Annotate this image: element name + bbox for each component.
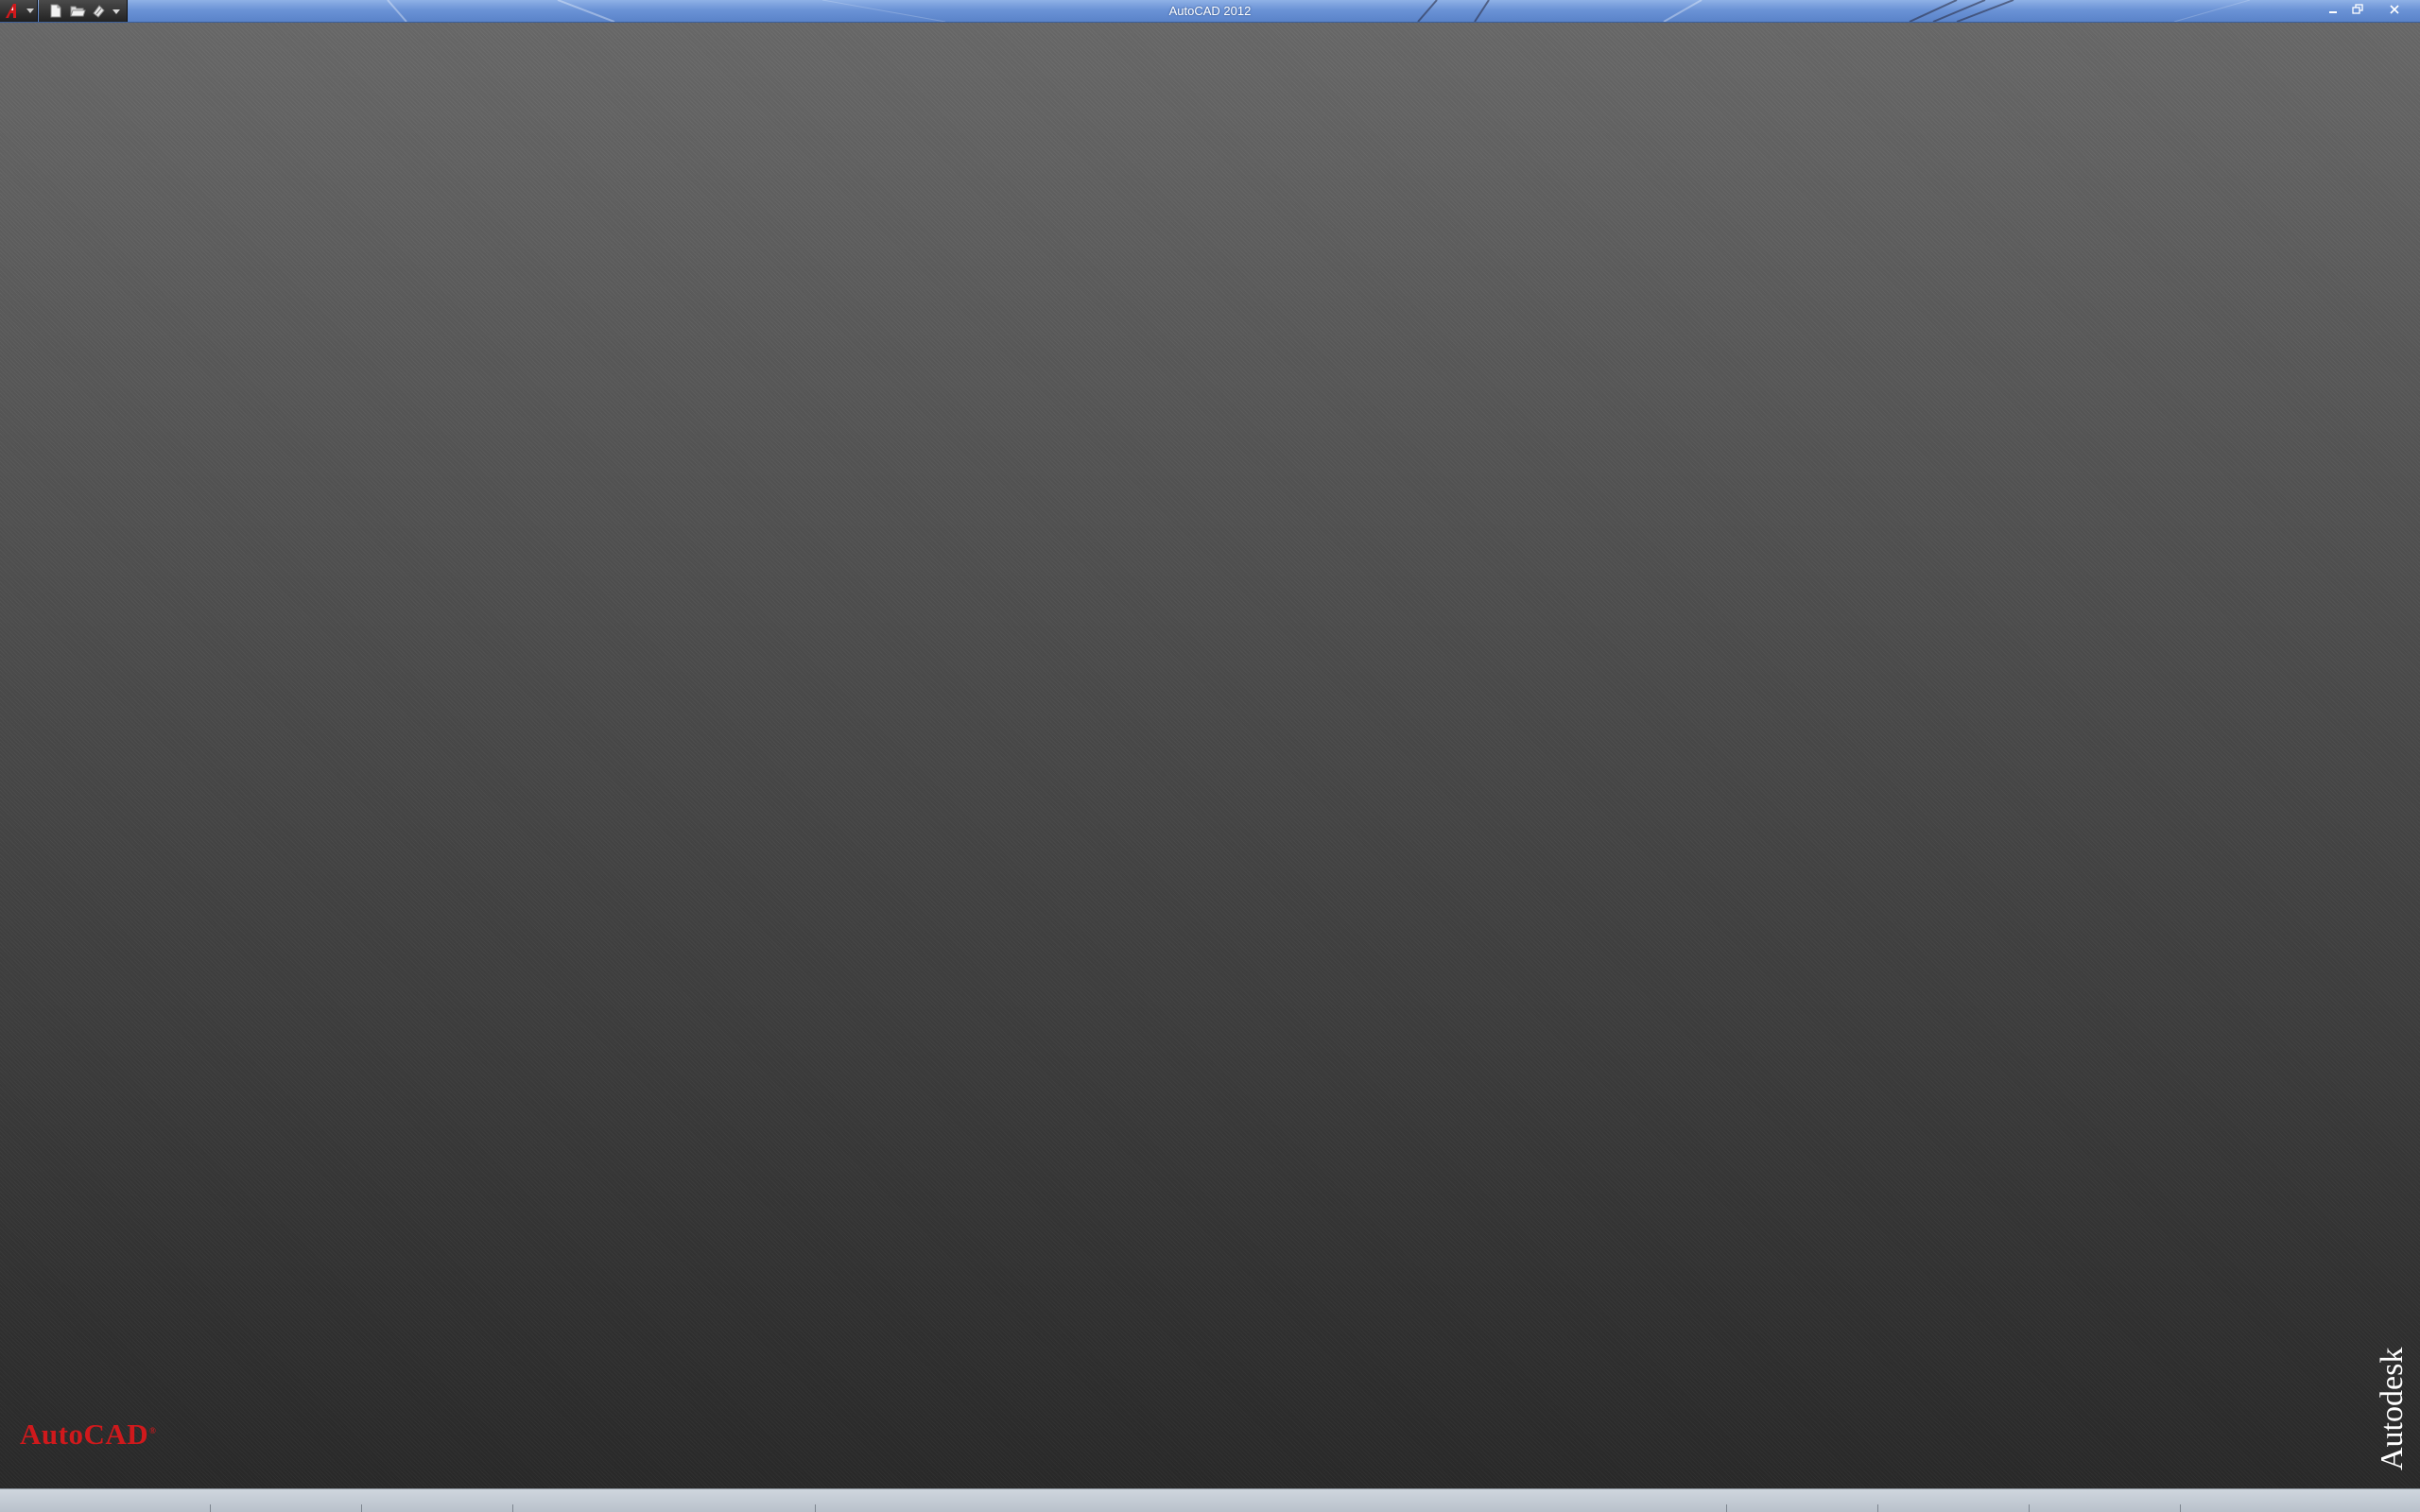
status-divider bbox=[2029, 1504, 2030, 1512]
drawing-canvas-area: AutoCAD® bbox=[0, 23, 2420, 1488]
status-divider bbox=[815, 1504, 816, 1512]
registered-mark: ® bbox=[149, 1425, 157, 1435]
status-divider bbox=[361, 1504, 362, 1512]
customize-dropdown-icon[interactable] bbox=[111, 3, 122, 19]
status-divider bbox=[512, 1504, 513, 1512]
new-file-icon[interactable] bbox=[46, 3, 65, 19]
status-bar bbox=[0, 1488, 2420, 1512]
window-title: AutoCAD 2012 bbox=[1168, 4, 1252, 18]
quick-access-toolbar bbox=[39, 0, 128, 22]
autocad-window: AutoCAD 2012 AutoCAD® Autodesk bbox=[0, 0, 2420, 1512]
chevron-down-icon bbox=[26, 9, 34, 13]
minimize-icon[interactable] bbox=[2323, 2, 2343, 18]
restore-icon[interactable] bbox=[2347, 2, 2368, 18]
autodesk-logo: Autodesk bbox=[2375, 1347, 2410, 1470]
title-bar-background-structure bbox=[387, 0, 2251, 22]
autocad-logo-text: AutoCAD bbox=[20, 1418, 149, 1451]
autocad-logo: AutoCAD® bbox=[20, 1418, 156, 1452]
close-icon[interactable] bbox=[2384, 2, 2405, 18]
status-divider bbox=[1877, 1504, 1878, 1512]
save-icon[interactable] bbox=[90, 3, 109, 19]
status-divider bbox=[1726, 1504, 1727, 1512]
autocad-a-logo-icon bbox=[6, 4, 16, 18]
status-divider bbox=[210, 1504, 211, 1512]
open-folder-icon[interactable] bbox=[68, 3, 87, 19]
title-bar[interactable]: AutoCAD 2012 bbox=[0, 0, 2420, 23]
application-menu-button[interactable] bbox=[0, 0, 38, 22]
status-divider bbox=[2180, 1504, 2181, 1512]
